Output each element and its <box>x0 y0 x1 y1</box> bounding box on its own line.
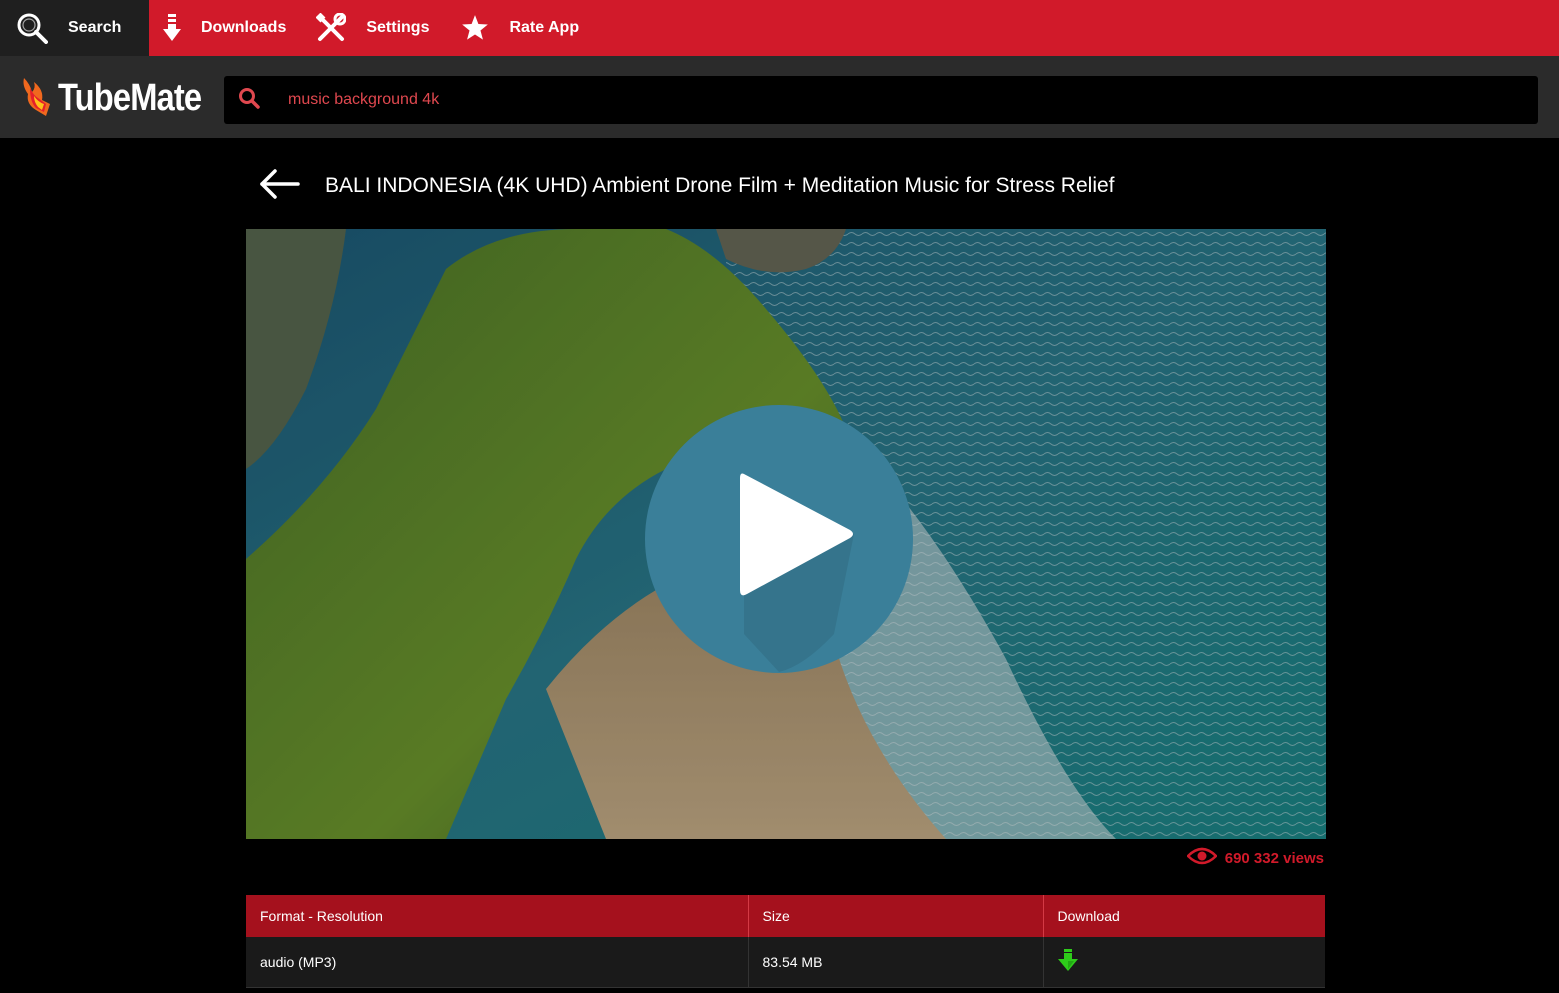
title-row: BALI INDONESIA (4K UHD) Ambient Drone Fi… <box>258 166 1115 206</box>
nav-rate-label: Rate App <box>509 19 580 36</box>
table-header-row: Format - Resolution Size Download <box>246 895 1325 937</box>
download-cell <box>1043 937 1325 988</box>
nav-search-label: Search <box>68 19 122 36</box>
app-header: TubeMate <box>0 56 1559 138</box>
logo[interactable]: TubeMate <box>20 76 225 120</box>
flame-logo-icon <box>20 74 54 123</box>
logo-text: TubeMate <box>58 76 202 119</box>
formats-table: Format - Resolution Size Download audio … <box>246 895 1325 988</box>
search-icon <box>16 12 48 44</box>
header-download: Download <box>1043 895 1325 937</box>
download-arrow-icon <box>163 14 181 42</box>
video-thumbnail[interactable] <box>246 229 1326 839</box>
video-title: BALI INDONESIA (4K UHD) Ambient Drone Fi… <box>325 174 1115 197</box>
header-size: Size <box>748 895 1044 937</box>
nav-rate-app[interactable]: Rate App <box>461 0 579 56</box>
size-cell: 83.54 MB <box>748 937 1044 988</box>
nav-downloads[interactable]: Downloads <box>163 0 286 56</box>
nav-settings-label: Settings <box>366 19 430 36</box>
nav-search[interactable]: Search <box>0 0 149 56</box>
nav-downloads-label: Downloads <box>201 19 287 36</box>
star-icon <box>461 14 489 42</box>
back-arrow-icon[interactable] <box>258 167 300 206</box>
eye-icon <box>1185 846 1218 870</box>
nav-settings[interactable]: Settings <box>316 0 429 56</box>
search-input[interactable] <box>286 90 1486 110</box>
format-cell: audio (MP3) <box>246 937 749 988</box>
table-row[interactable]: audio (MP3) 83.54 MB <box>246 937 1325 988</box>
search-bar <box>224 76 1538 124</box>
view-count: 690 332 views <box>1185 846 1324 870</box>
top-nav: Search Downloads Settings Rate App <box>0 0 1559 56</box>
search-icon[interactable] <box>238 87 260 114</box>
header-format: Format - Resolution <box>246 895 749 937</box>
download-green-icon[interactable] <box>1057 949 1078 974</box>
play-icon[interactable] <box>644 404 914 674</box>
tools-icon <box>316 13 347 43</box>
views-label: 690 332 views <box>1224 849 1324 867</box>
